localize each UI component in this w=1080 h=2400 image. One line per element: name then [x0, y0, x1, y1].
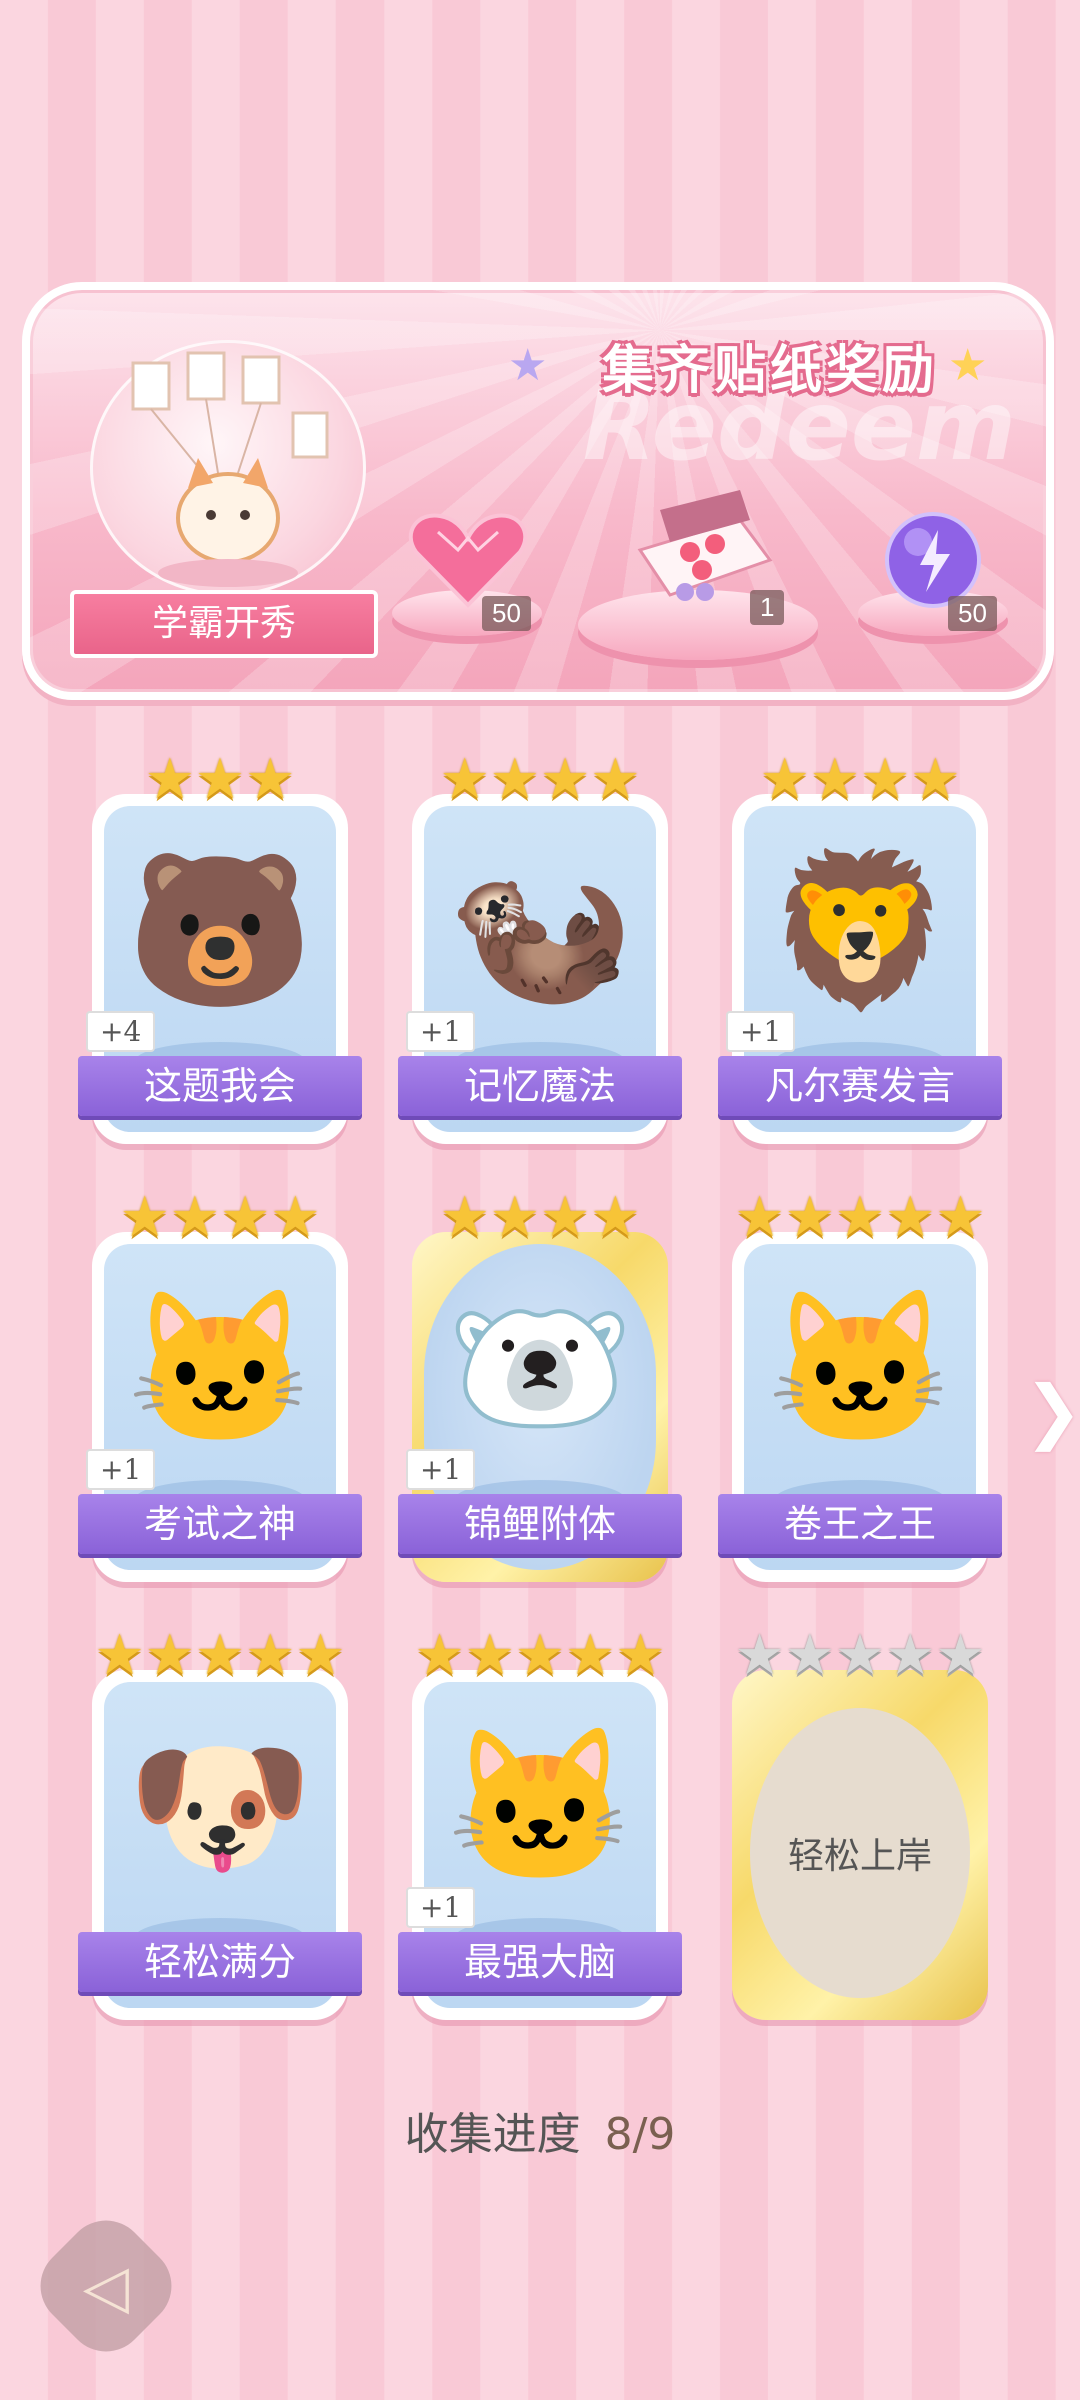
sticker-character-icon: 🐱: [766, 1282, 954, 1456]
star-icon: ★: [734, 1185, 785, 1250]
feature-label: 学霸开秀: [70, 590, 378, 658]
sticker-card[interactable]: 🐱 卷王之王: [718, 1232, 1002, 1582]
sticker-card[interactable]: 🐶 轻松满分: [78, 1670, 362, 2020]
star-icon: ★: [565, 1623, 616, 1688]
progress-label: 收集进度: [404, 2109, 581, 2160]
star-icon: ★: [439, 1185, 490, 1250]
lightning-orb-icon[interactable]: [878, 510, 988, 610]
sticker-card[interactable]: 轻松上岸: [732, 1670, 988, 2020]
sticker-card[interactable]: 🐻 这题我会 +4: [78, 794, 362, 1144]
banner-title: 集齐贴纸奖励: [601, 341, 938, 401]
sticker-stars: ★ ★ ★ ★ ★: [734, 1623, 986, 1688]
star-icon: ★: [270, 1185, 321, 1250]
sticker-stars: ★ ★ ★: [144, 747, 296, 812]
sticker-stars: ★ ★ ★ ★: [439, 1185, 641, 1250]
star-icon: ★: [489, 747, 540, 812]
sticker-name: 考试之神: [78, 1494, 362, 1554]
sticker-character-icon: 🐻: [126, 844, 314, 1018]
star-icon: ★: [220, 1185, 271, 1250]
locked-sticker-name: 轻松上岸: [750, 1708, 970, 1998]
sticker-character-icon: 🐻‍❄️: [446, 1282, 634, 1456]
star-icon: ★: [169, 1185, 220, 1250]
star-icon: ★: [295, 1623, 346, 1688]
sticker-card[interactable]: 🐱 最强大脑 +1: [398, 1670, 682, 2020]
star-icon: ★: [734, 1623, 785, 1688]
sticker-stars: ★ ★ ★ ★: [759, 747, 961, 812]
star-icon: ★: [860, 747, 911, 812]
star-icon: ★: [590, 1185, 641, 1250]
star-icon: ★: [194, 1623, 246, 1688]
star-icon: ★: [119, 1185, 170, 1250]
sticker-character-icon: 🐱: [446, 1720, 634, 1894]
star-icon: ★: [245, 1623, 296, 1688]
sticker-stars: ★ ★ ★ ★ ★: [414, 1623, 666, 1688]
chevron-right-icon[interactable]: ❯: [1024, 1370, 1080, 1452]
star-icon: ★: [834, 1185, 886, 1250]
star-icon: ★: [885, 1623, 936, 1688]
sticker-character-icon: 🐱: [126, 1282, 314, 1456]
star-icon: ★: [759, 747, 810, 812]
star-icon: ★: [935, 1185, 986, 1250]
sticker-name: 这题我会: [78, 1056, 362, 1116]
feature-sticker-preview: [90, 340, 366, 596]
sticker-count-badge: +1: [406, 1011, 476, 1052]
sticker-stars: ★ ★ ★ ★ ★: [734, 1185, 986, 1250]
sticker-character-icon: 🦁: [766, 844, 954, 1018]
star-icon: ★: [414, 1623, 465, 1688]
star-icon: ★: [910, 747, 961, 812]
sticker-name: 轻松满分: [78, 1932, 362, 1992]
star-icon: ★: [615, 1623, 666, 1688]
reward-count: 50: [948, 596, 997, 631]
star-icon: ★: [489, 1185, 540, 1250]
reward-banner: Redeem ★ 集齐贴纸奖励 ★ 学霸开秀 50 1 50: [22, 282, 1054, 700]
star-icon: ★: [464, 1623, 515, 1688]
star-icon: ★: [784, 1185, 835, 1250]
sticker-name: 锦鲤附体: [398, 1494, 682, 1554]
sticker-stars: ★ ★ ★ ★ ★: [94, 1623, 346, 1688]
sticker-count-badge: +1: [406, 1887, 476, 1928]
star-icon: ★: [144, 1623, 195, 1688]
sticker-count-badge: +4: [86, 1011, 156, 1052]
sticker-name: 最强大脑: [398, 1932, 682, 1992]
sticker-stars: ★ ★ ★ ★: [119, 1185, 321, 1250]
star-icon: ★: [784, 1623, 835, 1688]
sticker-card[interactable]: 🦦 记忆魔法 +1: [398, 794, 682, 1144]
star-icon: ★: [834, 1623, 886, 1688]
star-icon: ★: [514, 1623, 566, 1688]
star-icon: ★: [809, 747, 860, 812]
star-icon: ★: [590, 747, 641, 812]
back-arrow-icon[interactable]: ◁: [66, 2252, 146, 2322]
progress-value: 8/9: [604, 2109, 676, 2160]
cat-with-papers-illustration: [131, 351, 329, 587]
sticker-name: 记忆魔法: [398, 1056, 682, 1116]
star-icon: ★: [94, 1623, 145, 1688]
pink-diamond-heart-icon[interactable]: [408, 510, 528, 610]
sticker-card[interactable]: 🦁 凡尔赛发言 +1: [718, 794, 1002, 1144]
sticker-count-badge: +1: [726, 1011, 796, 1052]
star-icon: ★: [885, 1185, 936, 1250]
sticker-character-icon: 🐶: [126, 1720, 314, 1894]
sticker-count-badge: +1: [86, 1449, 156, 1490]
star-icon: ★: [144, 747, 195, 812]
star-icon: ★: [948, 340, 988, 391]
sticker-stars: ★ ★ ★ ★: [439, 747, 641, 812]
star-icon: ★: [935, 1623, 986, 1688]
sticker-name: 卷王之王: [718, 1494, 1002, 1554]
star-icon: ★: [508, 340, 548, 391]
sticker-card[interactable]: 🐱 考试之神 +1: [78, 1232, 362, 1582]
sticker-name: 凡尔赛发言: [718, 1056, 1002, 1116]
collection-progress: 收集进度 8/9: [0, 2098, 1080, 2162]
sticker-count-badge: +1: [406, 1449, 476, 1490]
star-icon: ★: [439, 747, 490, 812]
sticker-character-icon: 🦦: [446, 844, 634, 1018]
star-icon: ★: [194, 747, 246, 812]
star-icon: ★: [245, 747, 296, 812]
star-icon: ★: [540, 1185, 591, 1250]
reward-count: 1: [750, 590, 785, 625]
star-icon: ★: [540, 747, 591, 812]
reward-count: 50: [482, 596, 531, 631]
sticker-card[interactable]: 🐻‍❄️ 锦鲤附体 +1: [398, 1232, 682, 1582]
